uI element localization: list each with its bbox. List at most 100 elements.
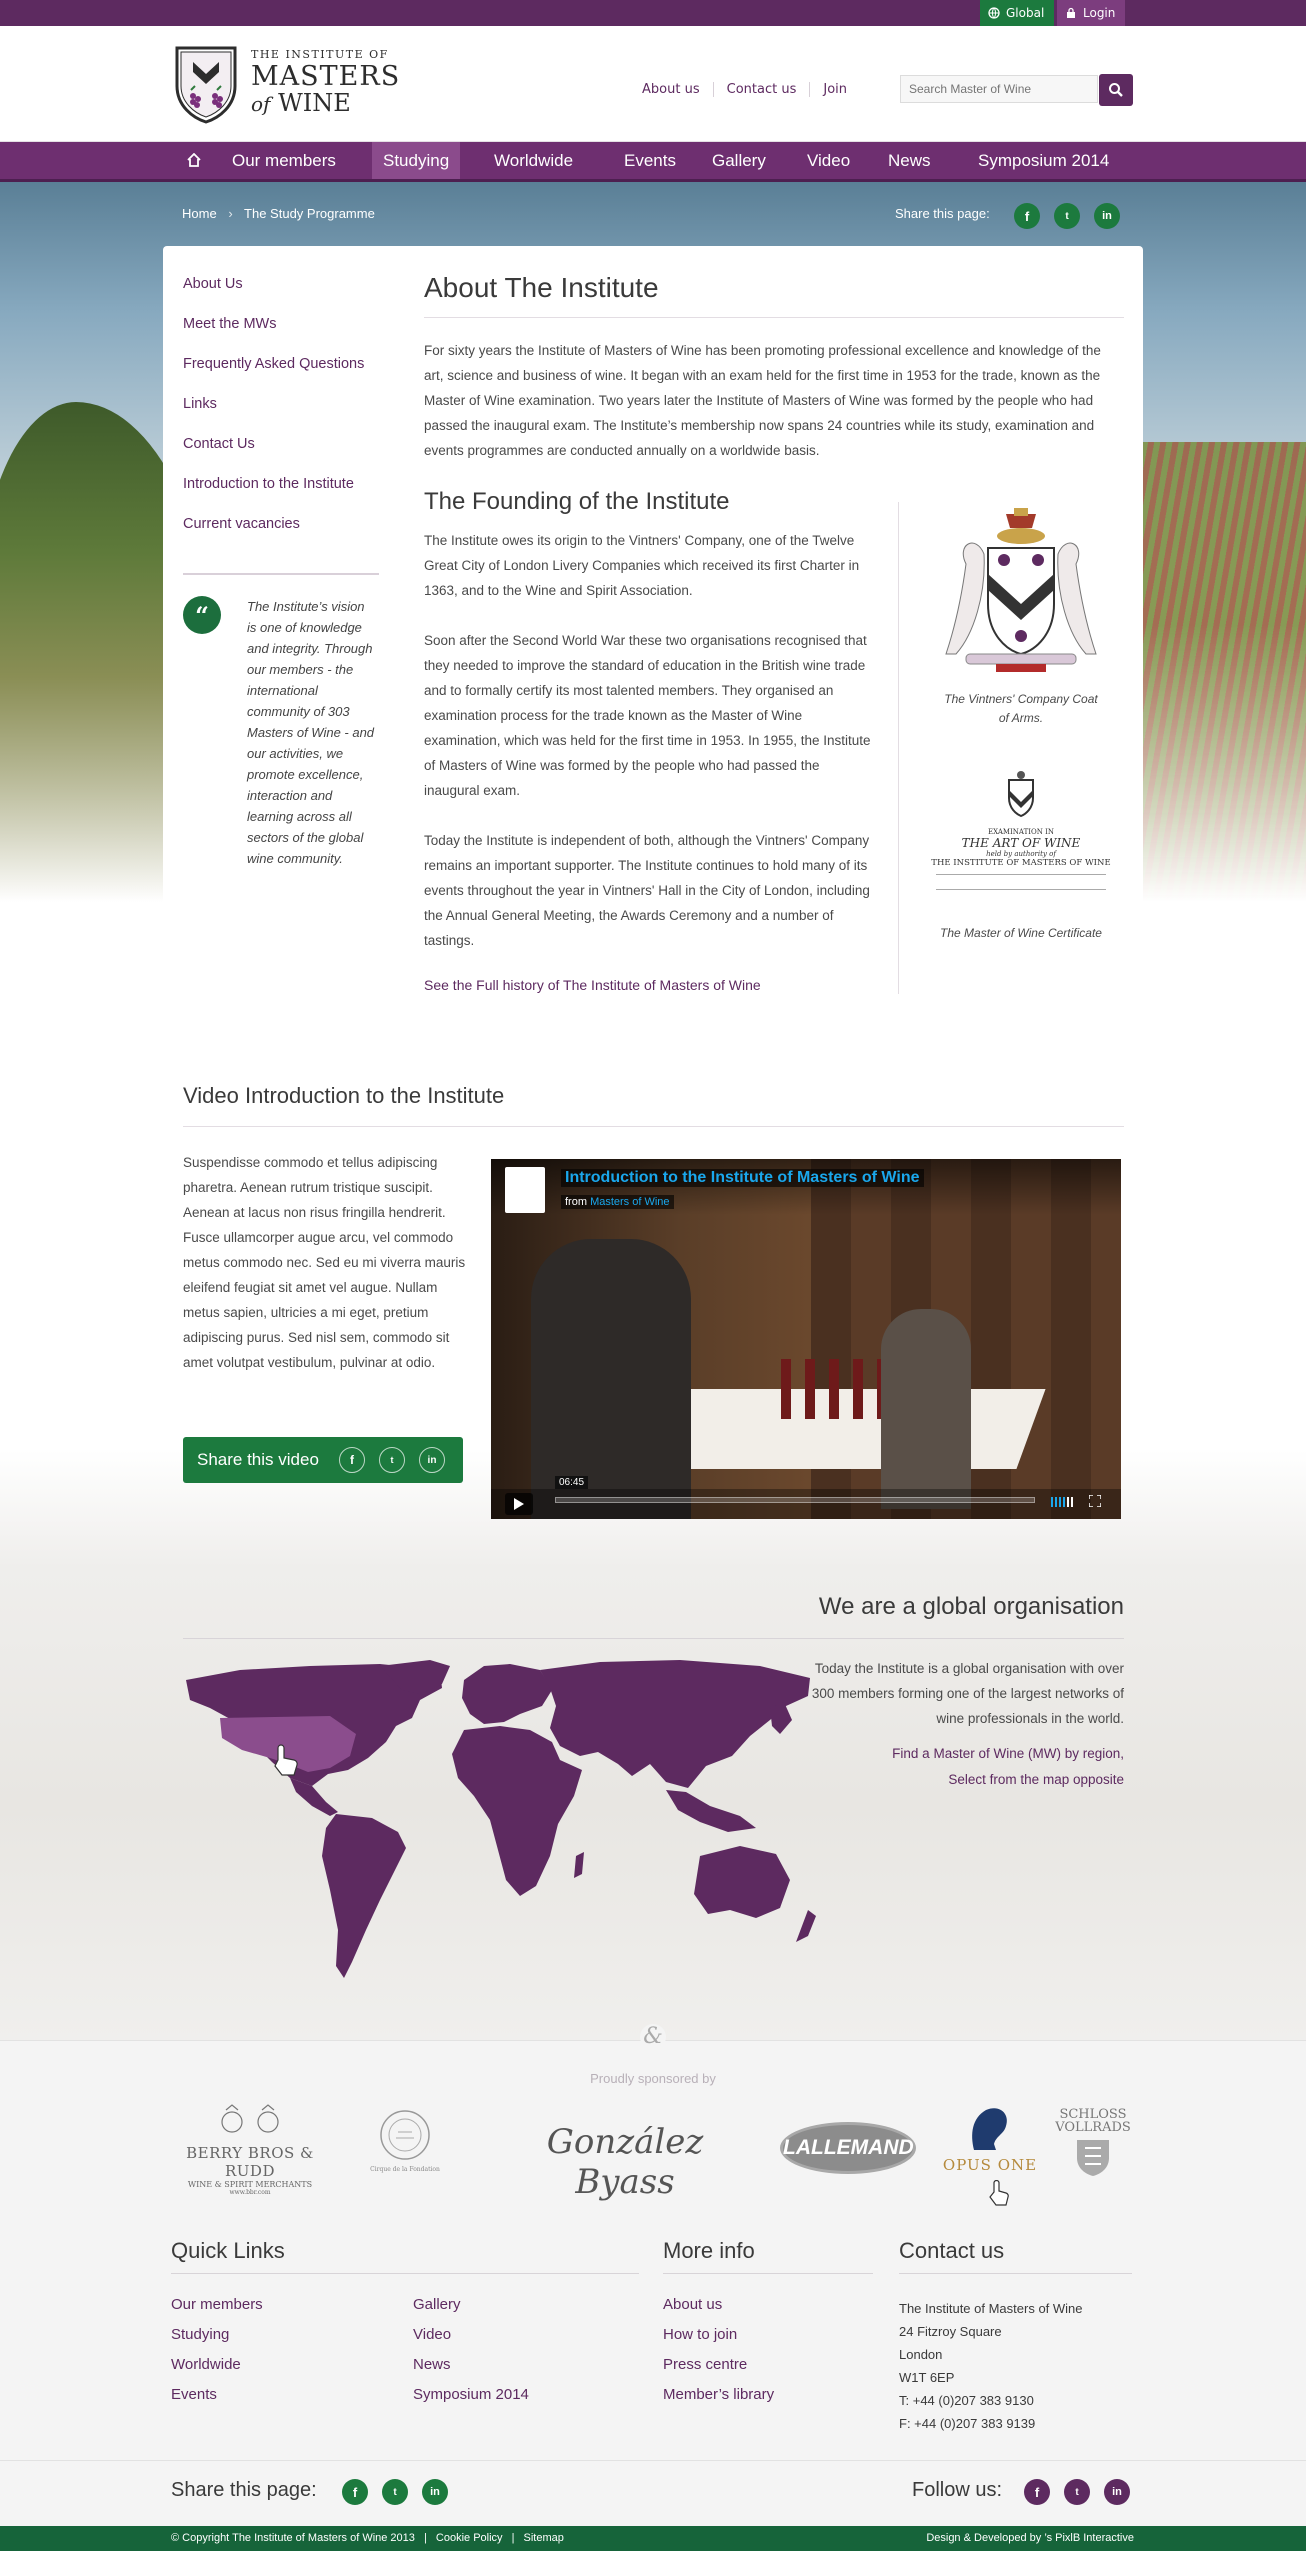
- cert-line-4: THE INSTITUTE OF MASTERS OF WINE: [931, 858, 1111, 868]
- logo-shield-icon[interactable]: [173, 44, 239, 124]
- nav-symposium[interactable]: Symposium 2014: [968, 142, 1119, 179]
- map-region-south-america: [322, 1814, 406, 1978]
- header-link-contact[interactable]: Contact us: [712, 82, 810, 97]
- sponsored-label: Proudly sponsored by: [590, 2071, 716, 2086]
- address-line: 24 Fitzroy Square: [899, 2324, 1002, 2339]
- ampersand-icon: &: [640, 2024, 666, 2050]
- nav-studying[interactable]: Studying: [372, 142, 461, 179]
- globe-icon: [988, 7, 1000, 19]
- footer-link-symposium[interactable]: Symposium 2014: [413, 2386, 529, 2403]
- linkedin-icon[interactable]: in: [419, 1447, 445, 1473]
- video-channel-link[interactable]: Masters of Wine: [590, 1196, 669, 1208]
- address-line: London: [899, 2347, 943, 2362]
- sponsor-opus-one[interactable]: OPUS ONE: [940, 2104, 1040, 2174]
- sidebar-item-about-us[interactable]: About Us: [183, 272, 383, 312]
- video-progress-bar[interactable]: [555, 1497, 1035, 1503]
- sidebar-item-faq[interactable]: Frequently Asked Questions: [183, 352, 383, 392]
- sponsor-lallemand[interactable]: LALLEMAND: [780, 2122, 916, 2174]
- linkedin-icon[interactable]: in: [1104, 2479, 1130, 2505]
- linkedin-icon[interactable]: in: [422, 2479, 448, 2505]
- nav-gallery[interactable]: Gallery: [702, 142, 776, 179]
- sidebar-item-contact-us[interactable]: Contact Us: [183, 432, 383, 472]
- footer-link-how-to-join[interactable]: How to join: [663, 2326, 737, 2343]
- logo-text[interactable]: The Institute of MASTERS of WINE: [251, 48, 400, 117]
- nav-news[interactable]: News: [878, 142, 941, 179]
- share-video-button[interactable]: Share this video f t in: [183, 1437, 463, 1483]
- full-history-link[interactable]: See the Full history of The Institute of…: [424, 977, 761, 993]
- share-page-label: Share this page:: [895, 206, 990, 221]
- nav-events[interactable]: Events: [614, 142, 686, 179]
- quick-links-divider: [171, 2273, 639, 2274]
- volume-icon[interactable]: [1051, 1495, 1077, 1507]
- royal-warrant-icon: [221, 2104, 279, 2133]
- address-line: W1T 6EP: [899, 2370, 955, 2385]
- twitter-icon[interactable]: t: [1054, 203, 1080, 229]
- linkedin-icon[interactable]: in: [1094, 203, 1120, 229]
- logo-line-3: of WINE: [251, 89, 351, 117]
- footer-link-about-us[interactable]: About us: [663, 2296, 722, 2313]
- nav-video[interactable]: Video: [797, 142, 860, 179]
- footer-link-studying[interactable]: Studying: [171, 2326, 229, 2343]
- global-label: Global: [1006, 6, 1045, 20]
- facebook-icon[interactable]: f: [1024, 2479, 1050, 2505]
- lock-icon: [1067, 7, 1075, 18]
- twitter-icon[interactable]: t: [382, 2479, 408, 2505]
- sponsor-gonzalez-byass[interactable]: González Byass: [500, 2122, 750, 2202]
- header-link-join[interactable]: Join: [809, 82, 860, 97]
- global-button[interactable]: Global: [980, 0, 1055, 26]
- channel-logo-icon[interactable]: [505, 1167, 545, 1213]
- footer-link-events[interactable]: Events: [171, 2386, 217, 2403]
- header-link-about[interactable]: About us: [629, 82, 713, 97]
- sidebar-item-introduction[interactable]: Introduction to the Institute: [183, 472, 383, 512]
- login-button[interactable]: Login: [1057, 0, 1126, 26]
- video-title[interactable]: Introduction to the Institute of Masters…: [561, 1169, 924, 1187]
- nav-home[interactable]: [177, 142, 211, 179]
- facebook-icon[interactable]: f: [342, 2479, 368, 2505]
- sidebar-item-vacancies[interactable]: Current vacancies: [183, 512, 383, 552]
- search-input[interactable]: [900, 75, 1098, 103]
- video-player[interactable]: Introduction to the Institute of Masters…: [491, 1159, 1121, 1519]
- world-map[interactable]: [180, 1660, 820, 1990]
- breadcrumb-home[interactable]: Home: [182, 206, 217, 221]
- play-button[interactable]: [505, 1493, 533, 1515]
- video-duration: 06:45: [555, 1476, 589, 1489]
- map-region-southeast-asia: [666, 1790, 756, 1832]
- footer-link-our-members[interactable]: Our members: [171, 2296, 263, 2313]
- sidebar-item-meet-mws[interactable]: Meet the MWs: [183, 312, 383, 352]
- footer-link-news[interactable]: News: [413, 2356, 451, 2373]
- vineyard-image: [1136, 442, 1306, 902]
- sidebar-nav: About Us Meet the MWs Frequently Asked Q…: [183, 272, 383, 552]
- play-icon: [514, 1498, 524, 1510]
- sponsor-schloss-vollrads[interactable]: SCHLOSS VOLLRADS: [1050, 2108, 1136, 2182]
- follow-us-label: Follow us:: [912, 2479, 1003, 2501]
- footer-link-video[interactable]: Video: [413, 2326, 451, 2343]
- footer-link-press-centre[interactable]: Press centre: [663, 2356, 747, 2373]
- sponsor-cirque-fondation[interactable]: Cirque de la Fondation: [340, 2108, 470, 2173]
- breadcrumb-separator: ›: [228, 206, 233, 221]
- quote-icon: “: [183, 596, 221, 634]
- fullscreen-icon[interactable]: [1089, 1495, 1101, 1507]
- facebook-icon[interactable]: f: [339, 1447, 365, 1473]
- footer-link-worldwide[interactable]: Worldwide: [171, 2356, 241, 2373]
- twitter-icon[interactable]: t: [1064, 2479, 1090, 2505]
- find-mw-link[interactable]: Find a Master of Wine (MW) by region,: [892, 1746, 1124, 1761]
- more-info-title: More info: [663, 2238, 755, 2263]
- select-map-link[interactable]: Select from the map opposite: [948, 1772, 1124, 1787]
- sponsor-berry-bros[interactable]: BERRY BROS & RUDD WINE & SPIRIT MERCHANT…: [170, 2104, 330, 2196]
- facebook-icon[interactable]: f: [1014, 203, 1040, 229]
- footer-link-gallery[interactable]: Gallery: [413, 2296, 461, 2313]
- footer-link-members-library[interactable]: Member’s library: [663, 2386, 774, 2403]
- sitemap-link[interactable]: Sitemap: [524, 2532, 564, 2544]
- search-button[interactable]: [1099, 74, 1133, 106]
- map-region-new-zealand: [796, 1910, 816, 1942]
- map-region-africa: [452, 1726, 582, 1896]
- global-title: We are a global organisation: [818, 1593, 1124, 1620]
- nav-worldwide[interactable]: Worldwide: [484, 142, 583, 179]
- fax-number: F: +44 (0)207 383 9139: [899, 2416, 1036, 2431]
- credit-text[interactable]: Design & Developed by ’s PixlB Interacti…: [926, 2526, 1134, 2551]
- nav-our-members[interactable]: Our members: [222, 142, 346, 179]
- cookie-policy-link[interactable]: Cookie Policy: [436, 2532, 503, 2544]
- twitter-icon[interactable]: t: [379, 1447, 405, 1473]
- sidebar-item-links[interactable]: Links: [183, 392, 383, 432]
- opus-one-profile-icon: [972, 2108, 1007, 2150]
